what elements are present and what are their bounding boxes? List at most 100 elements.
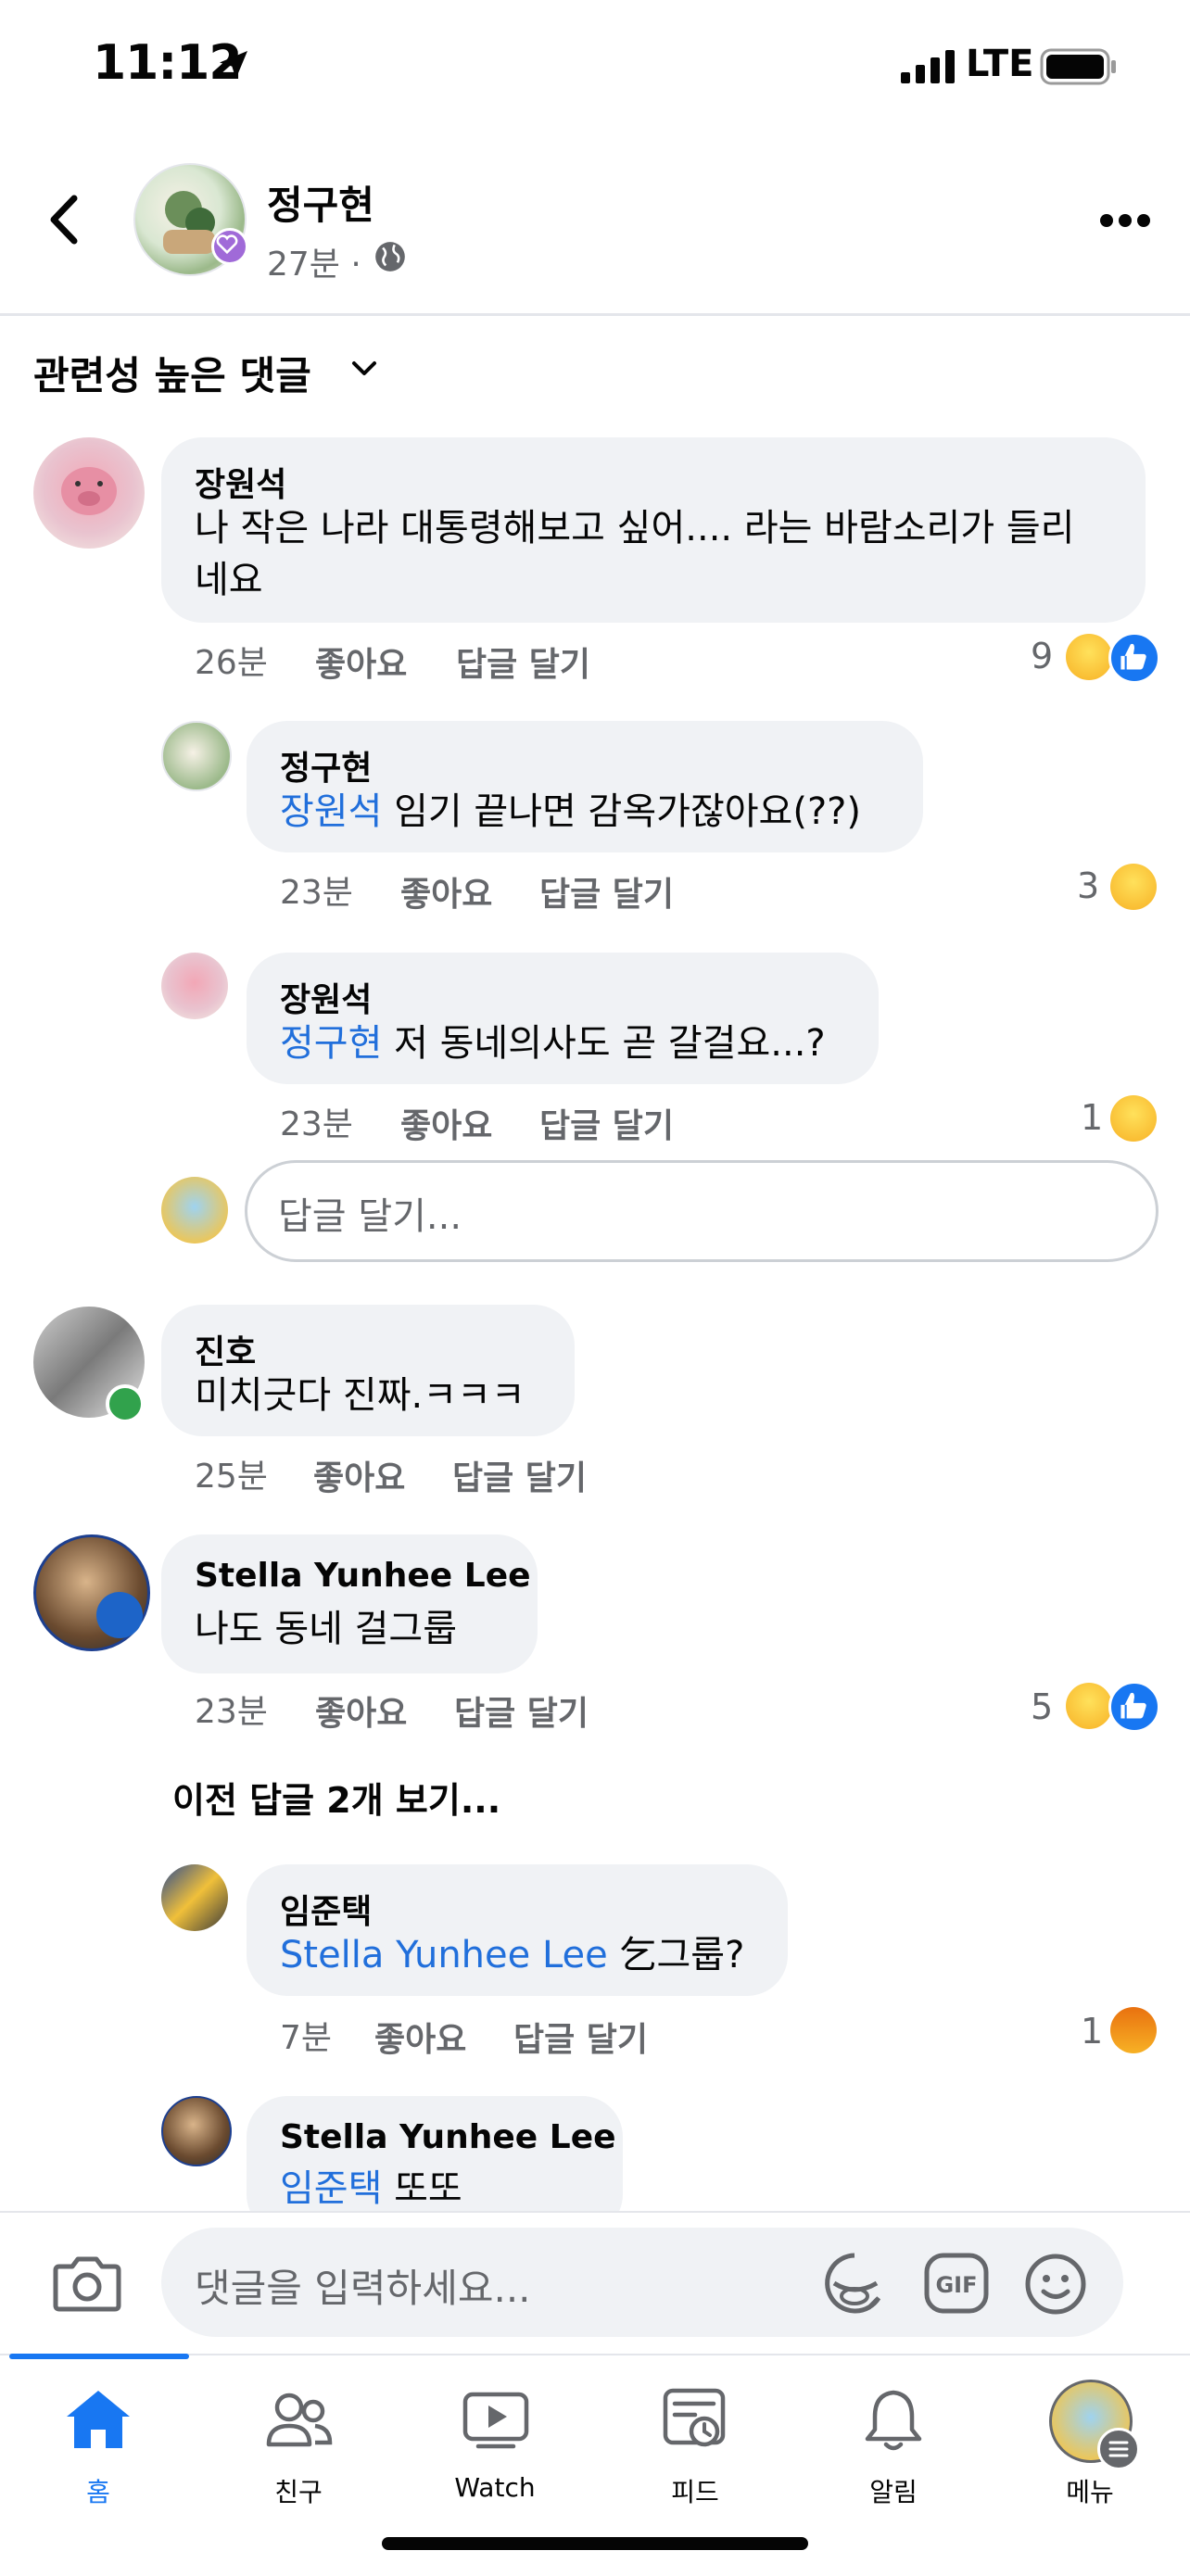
reply-author[interactable]: Stella Yunhee Lee <box>280 2118 616 2156</box>
comment-text-line1: 나 작은 나라 대통령해보고 싶어.... 라는 바람소리가 들리 <box>195 507 1075 549</box>
commenter-avatar[interactable] <box>161 2096 232 2166</box>
see-previous-replies-link[interactable]: 이전 답글 2개 보기... <box>172 1772 500 1823</box>
feeds-icon[interactable] <box>662 2387 727 2454</box>
reaction-count[interactable]: 3 <box>1077 865 1099 906</box>
back-arrow-icon[interactable] <box>46 195 83 245</box>
haha-reaction-icon <box>1066 1683 1112 1729</box>
reply-button[interactable]: 답글 달기 <box>539 867 674 915</box>
like-button[interactable]: 좋아요 <box>400 1099 492 1147</box>
mention-link[interactable]: 정구현 <box>280 1022 382 1065</box>
reply-text: Stella Yunhee Lee 乞그룹? <box>280 1929 744 1981</box>
reaction-count[interactable]: 1 <box>1081 2011 1103 2052</box>
reply-text: 장원석 임기 끝나면 감옥가잖아요(??) <box>280 786 861 838</box>
online-status-dot <box>106 1384 145 1423</box>
friends-icon[interactable] <box>263 2389 334 2450</box>
post-author-name[interactable]: 정구현 <box>267 174 374 231</box>
like-button[interactable]: 좋아요 <box>400 867 492 915</box>
status-bar: 11:12 LTE <box>0 0 1190 130</box>
commenter-avatar[interactable] <box>161 721 232 791</box>
home-icon[interactable] <box>63 2387 133 2452</box>
tab-menu[interactable]: 메뉴 <box>1025 2472 1155 2509</box>
comment-time: 23분 <box>280 874 353 912</box>
globe-icon <box>375 242 405 271</box>
reply-text: 임준택 또또 <box>280 2163 462 2215</box>
mention-link[interactable]: Stella Yunhee Lee <box>280 1934 608 1976</box>
like-reaction-icon <box>1108 1681 1160 1733</box>
battery-icon <box>1040 48 1116 85</box>
chevron-down-icon[interactable] <box>350 360 378 378</box>
mention-link[interactable]: 장원석 <box>280 790 382 833</box>
reaction-count[interactable]: 9 <box>1031 636 1053 676</box>
commenter-avatar[interactable] <box>161 953 228 1019</box>
post-time: 27분 <box>267 246 340 284</box>
tab-notifications[interactable]: 알림 <box>829 2472 958 2509</box>
active-tab-indicator <box>9 2354 189 2359</box>
comment-author[interactable]: 진호 <box>195 1325 256 1373</box>
reply-body: 저 동네의사도 곧 갈걸요...? <box>382 1022 826 1065</box>
tab-home[interactable]: 홈 <box>33 2472 163 2509</box>
location-arrow-icon <box>220 51 247 79</box>
tab-watch[interactable]: Watch <box>430 2472 560 2503</box>
watch-icon[interactable] <box>462 2391 530 2450</box>
comment-author[interactable]: Stella Yunhee Lee <box>195 1557 531 1595</box>
haha-reaction-icon <box>1110 864 1157 910</box>
profile-frame-badge-icon <box>211 228 248 265</box>
menu-hamburger-icon <box>1097 2428 1140 2470</box>
meta-separator: · <box>350 246 361 284</box>
pig-avatar-icon <box>61 467 117 515</box>
my-avatar <box>161 1177 228 1244</box>
comment-time: 23분 <box>280 1105 353 1143</box>
reply-author[interactable]: 임준택 <box>280 1885 372 1933</box>
network-label: LTE <box>966 43 1034 85</box>
reply-author[interactable]: 장원석 <box>280 973 372 1021</box>
vaccine-frame-badge <box>96 1592 143 1638</box>
svg-text:GIF: GIF <box>935 2272 977 2298</box>
comment-text: 나도 동네 걸그룹 <box>195 1608 458 1650</box>
reply-body: 임기 끝나면 감옥가잖아요(??) <box>382 790 862 833</box>
gif-icon[interactable]: GIF <box>923 2252 990 2315</box>
reaction-count[interactable]: 1 <box>1081 1097 1103 1138</box>
like-button[interactable]: 좋아요 <box>313 1451 405 1499</box>
comment-sort-label[interactable]: 관련성 높은 댓글 <box>33 345 311 401</box>
comment-time: 25분 <box>195 1458 268 1496</box>
reply-body: 또또 <box>382 2167 462 2210</box>
mention-link[interactable]: 임준택 <box>280 2167 382 2210</box>
commenter-avatar[interactable] <box>33 437 145 549</box>
reply-text: 정구현 저 동네의사도 곧 갈걸요...? <box>280 1017 826 1069</box>
angry-reaction-icon <box>1110 2007 1157 2053</box>
sticker-icon[interactable] <box>821 2250 888 2317</box>
reaction-count[interactable]: 5 <box>1031 1686 1053 1727</box>
more-options-icon[interactable] <box>1099 213 1151 228</box>
home-indicator <box>382 2537 808 2550</box>
reply-button[interactable]: 답글 달기 <box>452 1451 587 1499</box>
bell-icon[interactable] <box>862 2387 925 2454</box>
haha-reaction-icon <box>1110 1095 1157 1142</box>
commenter-avatar[interactable] <box>161 1864 228 1931</box>
like-button[interactable]: 좋아요 <box>315 1686 407 1735</box>
signal-bars-icon <box>901 50 955 83</box>
comment-author[interactable]: 장원석 <box>195 458 286 506</box>
comment-text-line2: 네요 <box>195 559 263 601</box>
comment-text: 미치긋다 진짜.ㅋㅋㅋ <box>195 1374 525 1417</box>
reply-button[interactable]: 답글 달기 <box>539 1099 674 1147</box>
header-divider <box>0 313 1190 316</box>
emoji-icon[interactable] <box>1023 2252 1088 2317</box>
reply-button[interactable]: 답글 달기 <box>454 1686 589 1735</box>
like-reaction-icon <box>1108 632 1160 684</box>
camera-icon[interactable] <box>52 2254 122 2313</box>
comment-text: 나 작은 나라 대통령해보고 싶어.... 라는 바람소리가 들리 네요 <box>195 502 1131 606</box>
reply-author[interactable]: 정구현 <box>280 741 372 789</box>
reply-body: 乞그룹? <box>607 1934 745 1976</box>
haha-reaction-icon <box>1066 634 1112 680</box>
comment-input-placeholder: 댓글을 입력하세요... <box>195 2266 531 2311</box>
like-button[interactable]: 좋아요 <box>315 638 407 686</box>
tab-feeds[interactable]: 피드 <box>630 2472 760 2509</box>
reply-button[interactable]: 답글 달기 <box>513 2013 648 2061</box>
comment-time: 26분 <box>195 644 268 682</box>
comment-time: 23분 <box>195 1693 268 1731</box>
like-button[interactable]: 좋아요 <box>374 2013 466 2061</box>
tab-friends[interactable]: 친구 <box>234 2472 363 2509</box>
reply-button[interactable]: 답글 달기 <box>456 638 590 686</box>
post-meta: 27분 · <box>267 237 361 285</box>
reply-input-placeholder: 답글 달기... <box>278 1195 462 1238</box>
